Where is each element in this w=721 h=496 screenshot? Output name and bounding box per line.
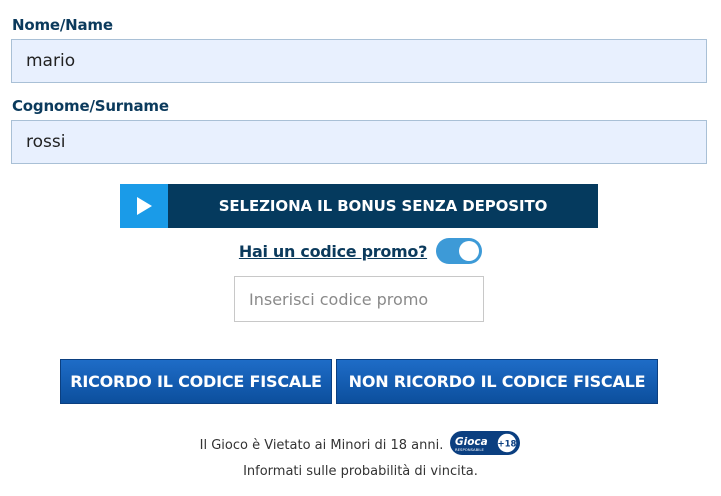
surname-input[interactable] xyxy=(11,120,707,164)
name-input[interactable] xyxy=(11,39,707,83)
odds-info-text[interactable]: Informati sulle probabilità di vincita. xyxy=(243,464,478,479)
badge-responsabile-text: RESPONSABILE xyxy=(455,447,484,452)
toggle-knob xyxy=(459,241,480,261)
name-label: Nome/Name xyxy=(12,16,113,34)
promo-code-input[interactable] xyxy=(234,276,484,322)
surname-label: Cognome/Surname xyxy=(12,97,169,115)
gioca-responsabile-badge[interactable]: Gioca RESPONSABILE +18 xyxy=(449,430,521,460)
promo-row: Hai un codice promo? xyxy=(0,238,721,264)
select-bonus-label: SELEZIONA IL BONUS SENZA DEPOSITO xyxy=(168,184,598,228)
badge-age-text: +18 xyxy=(498,440,517,450)
promo-code-link[interactable]: Hai un codice promo? xyxy=(239,242,428,261)
age-warning-line: Il Gioco è Vietato ai Minori di 18 anni.… xyxy=(0,430,721,460)
play-icon xyxy=(120,184,168,228)
remember-fiscal-code-button[interactable]: RICORDO IL CODICE FISCALE xyxy=(60,359,332,404)
age-warning-text: Il Gioco è Vietato ai Minori di 18 anni. xyxy=(199,437,444,453)
odds-info-line: Informati sulle probabilità di vincita. xyxy=(0,462,721,480)
not-remember-fiscal-code-button[interactable]: NON RICORDO IL CODICE FISCALE xyxy=(336,359,658,404)
promo-code-toggle[interactable] xyxy=(436,238,483,264)
select-bonus-button[interactable]: SELEZIONA IL BONUS SENZA DEPOSITO xyxy=(120,184,598,228)
